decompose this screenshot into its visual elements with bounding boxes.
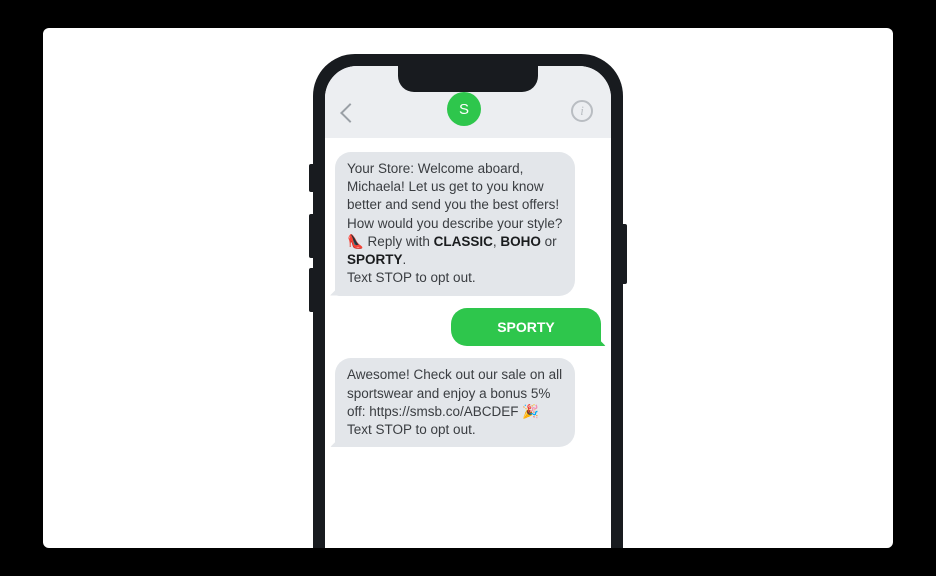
side-button-vol-down — [309, 268, 313, 312]
phone-notch — [398, 66, 538, 92]
message-text: Awesome! Check out our sale on all sport… — [347, 367, 562, 418]
message-text: SPORTY — [497, 319, 555, 335]
side-button-mute — [309, 164, 313, 192]
keyword-boho: BOHO — [500, 234, 541, 249]
card-container: S i Your Store: Welcome aboard, Michaela… — [43, 28, 893, 548]
message-outgoing: SPORTY — [451, 308, 601, 347]
message-incoming: Awesome! Check out our sale on all sport… — [335, 358, 575, 447]
back-icon[interactable] — [340, 103, 360, 123]
side-button-power — [623, 224, 627, 284]
keyword-classic: CLASSIC — [434, 234, 493, 249]
phone-screen: S i Your Store: Welcome aboard, Michaela… — [325, 66, 611, 548]
side-button-vol-up — [309, 214, 313, 258]
message-incoming: Your Store: Welcome aboard, Michaela! Le… — [335, 152, 575, 296]
keyword-sporty: SPORTY — [347, 252, 403, 267]
opt-out-text: Text STOP to opt out. — [347, 270, 476, 285]
phone-frame: S i Your Store: Welcome aboard, Michaela… — [313, 54, 623, 548]
contact-avatar[interactable]: S — [447, 92, 481, 126]
message-list[interactable]: Your Store: Welcome aboard, Michaela! Le… — [325, 138, 611, 548]
info-icon[interactable]: i — [571, 100, 593, 122]
opt-out-text: Text STOP to opt out. — [347, 422, 476, 437]
